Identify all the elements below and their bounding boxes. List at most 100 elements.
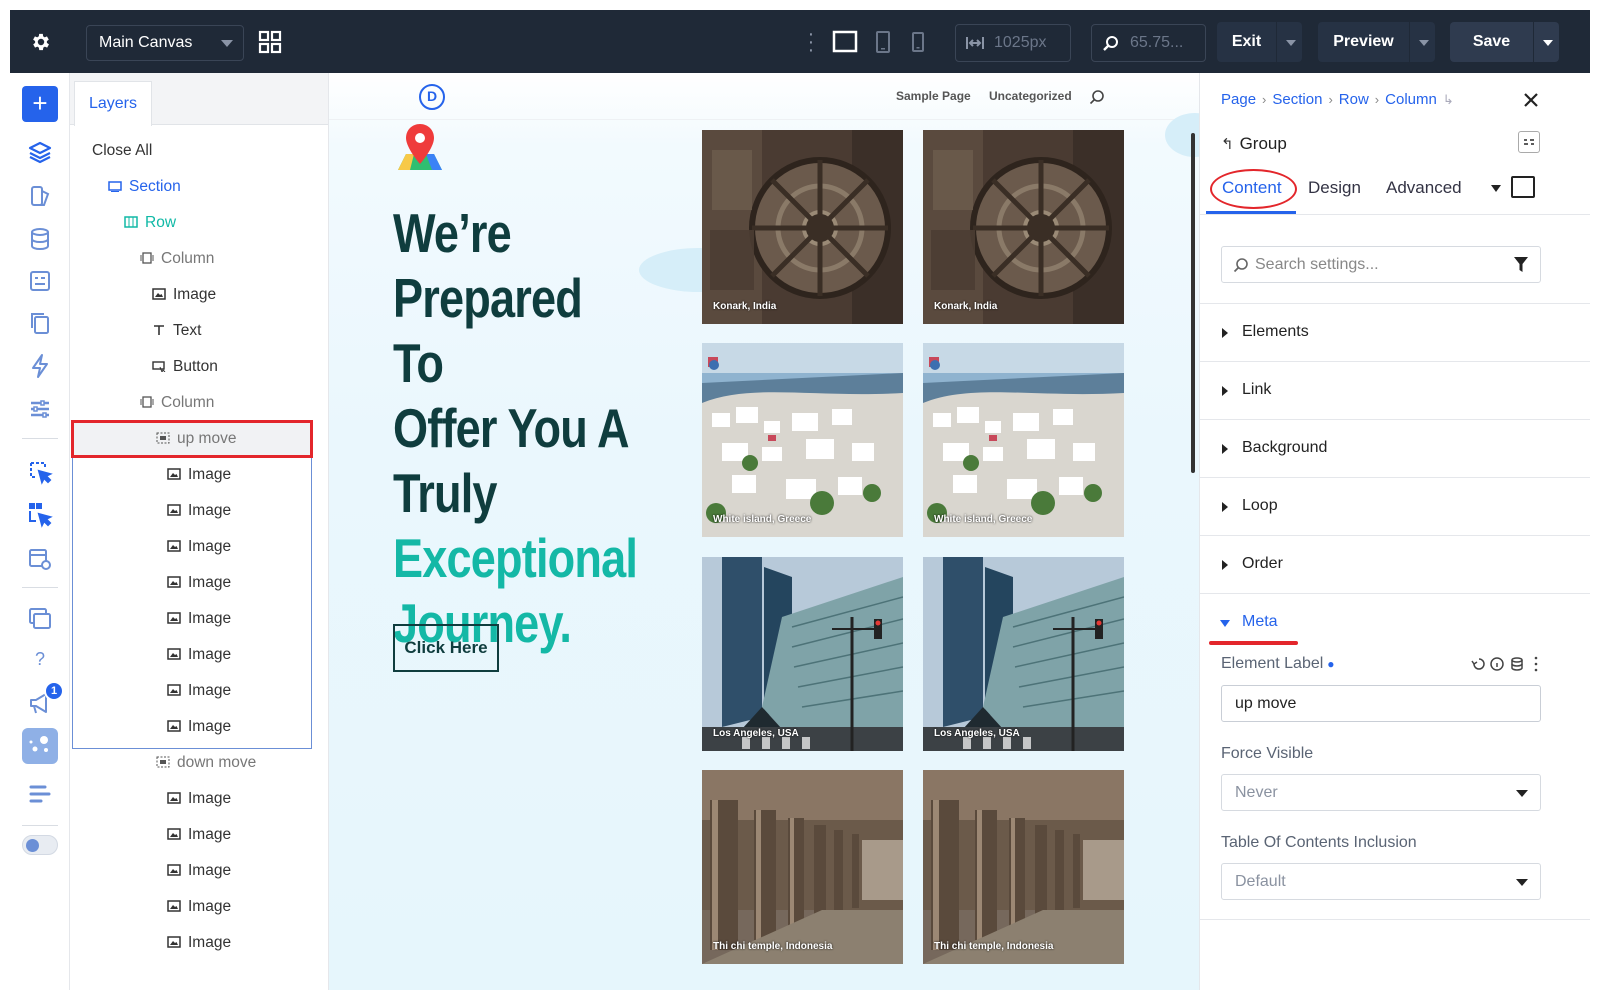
layer-item-image[interactable]: Image <box>70 709 328 745</box>
layer-item-group[interactable]: up move <box>70 421 328 457</box>
gallery-image[interactable]: Thi chi temple, Indonesia <box>702 770 903 964</box>
layer-item-text[interactable]: Text <box>70 313 328 349</box>
sliders-icon[interactable] <box>24 393 56 425</box>
gallery-image[interactable]: White island, Greece <box>702 343 903 537</box>
canvas-select[interactable]: Main Canvas <box>86 25 244 61</box>
frame-icon[interactable] <box>1511 176 1535 198</box>
gallery-image[interactable]: Konark, India <box>702 130 903 324</box>
phone-view-icon[interactable] <box>910 30 926 54</box>
save-button[interactable]: Save <box>1450 22 1559 62</box>
gallery-image[interactable]: Konark, India <box>923 130 1124 324</box>
settings-section-loop[interactable]: Loop <box>1200 477 1590 535</box>
copy-icon[interactable] <box>24 307 56 339</box>
breadcrumb-section[interactable]: Section <box>1272 91 1322 108</box>
layer-item-image[interactable]: Image <box>70 817 328 853</box>
layer-item-image[interactable]: Image <box>70 565 328 601</box>
ai-assistant-button[interactable] <box>22 728 58 764</box>
select-cursor-icon[interactable] <box>24 456 56 488</box>
nav-link-uncategorized[interactable]: Uncategorized <box>989 89 1072 103</box>
gear-icon[interactable] <box>30 31 52 53</box>
breadcrumb-column[interactable]: Column <box>1385 91 1437 108</box>
template-settings-icon[interactable] <box>24 543 56 575</box>
pages-icon[interactable] <box>24 180 56 212</box>
breadcrumb-row[interactable]: Row <box>1339 91 1369 108</box>
add-element-button[interactable]: + <box>22 86 58 122</box>
settings-section-order[interactable]: Order <box>1200 535 1590 593</box>
grid-icon[interactable] <box>258 30 282 54</box>
layer-label: Image <box>188 538 232 555</box>
save-menu-toggle[interactable] <box>1533 22 1559 62</box>
layers-icon[interactable] <box>24 137 56 169</box>
row-icon <box>124 216 138 228</box>
preview-label: Preview <box>1333 33 1394 50</box>
tab-design[interactable]: Design <box>1308 178 1361 198</box>
builder-window: Main Canvas · · · 1025px 65.75... Exit Pre… <box>10 10 1590 990</box>
gallery-image[interactable]: Thi chi temple, Indonesia <box>923 770 1124 964</box>
reset-icon <box>1473 658 1485 670</box>
database-icon[interactable] <box>24 223 56 255</box>
layer-item-image[interactable]: Image <box>70 673 328 709</box>
exit-menu-toggle[interactable] <box>1276 22 1302 62</box>
chevron-down-icon <box>1543 40 1553 46</box>
force-visible-select[interactable]: Never <box>1221 774 1541 811</box>
layer-item-image[interactable]: Image <box>70 637 328 673</box>
close-all-button[interactable]: Close All <box>70 133 328 169</box>
chevron-down-icon <box>1516 790 1528 797</box>
chevron-down-icon[interactable] <box>1491 185 1501 192</box>
layer-item-image[interactable]: Image <box>70 925 328 961</box>
lightning-icon[interactable] <box>24 350 56 382</box>
layer-item-image[interactable]: Image <box>70 277 328 313</box>
tab-advanced[interactable]: Advanced <box>1386 178 1462 198</box>
presets-icon[interactable] <box>1518 131 1540 153</box>
filter-icon[interactable] <box>1514 257 1528 272</box>
windows-icon[interactable] <box>24 603 56 635</box>
back-arrow-icon[interactable]: ↰ <box>1221 136 1234 153</box>
layer-item-image[interactable]: Image <box>70 889 328 925</box>
search-icon[interactable] <box>1089 89 1105 105</box>
layer-item-image[interactable]: Image <box>70 853 328 889</box>
layer-item-image[interactable]: Image <box>70 493 328 529</box>
page-canvas[interactable]: D Sample Page Uncategorized We’re Prepar… <box>329 73 1199 990</box>
canvas-width-field[interactable]: 1025px <box>955 24 1071 62</box>
settings-section-background[interactable]: Background <box>1200 419 1590 477</box>
multi-select-icon[interactable] <box>24 499 56 531</box>
settings-search-input[interactable]: Search settings... <box>1221 246 1541 283</box>
preview-button[interactable]: Preview <box>1318 22 1435 62</box>
breadcrumb-page[interactable]: Page <box>1221 91 1256 108</box>
nav-link-sample-page[interactable]: Sample Page <box>896 89 971 103</box>
zoom-field[interactable]: 65.75... <box>1091 24 1206 62</box>
settings-section-elements[interactable]: Elements <box>1200 303 1590 361</box>
toc-inclusion-select[interactable]: Default <box>1221 863 1541 900</box>
meta-section-header[interactable]: Meta <box>1200 593 1590 651</box>
layer-item-section[interactable]: Section <box>70 169 328 205</box>
click-here-button[interactable]: Click Here <box>393 624 499 672</box>
force-visible-title: Force Visible <box>1221 745 1314 762</box>
gallery-image[interactable]: Los Angeles, USA <box>702 557 903 751</box>
help-icon[interactable]: ? <box>32 649 48 670</box>
desktop-view-icon[interactable] <box>832 30 858 54</box>
layer-item-row[interactable]: Row <box>70 205 328 241</box>
form-icon[interactable] <box>24 265 56 297</box>
layer-item-column[interactable]: Column <box>70 241 328 277</box>
layer-item-image[interactable]: Image <box>70 781 328 817</box>
gallery-image[interactable]: White island, Greece <box>923 343 1124 537</box>
settings-section-link[interactable]: Link <box>1200 361 1590 419</box>
layer-item-image[interactable]: Image <box>70 529 328 565</box>
theme-toggle[interactable] <box>22 835 58 855</box>
gallery-image[interactable]: Los Angeles, USA <box>923 557 1124 751</box>
site-logo[interactable]: D <box>419 84 445 110</box>
tablet-view-icon[interactable] <box>874 30 892 54</box>
close-icon[interactable] <box>1522 91 1540 109</box>
layer-item-image[interactable]: Image <box>70 601 328 637</box>
layer-item-group[interactable]: down move <box>70 745 328 781</box>
layer-item-image[interactable]: Image <box>70 457 328 493</box>
preview-menu-toggle[interactable] <box>1409 22 1435 62</box>
exit-button[interactable]: Exit <box>1217 22 1302 62</box>
canvas-scrollbar[interactable] <box>1191 133 1195 473</box>
element-label-input[interactable]: up move <box>1221 685 1541 722</box>
layer-item-button[interactable]: Button <box>70 349 328 385</box>
tab-layers[interactable]: Layers <box>74 81 152 126</box>
align-left-icon[interactable] <box>24 778 56 810</box>
layer-item-column[interactable]: Column <box>70 385 328 421</box>
more-vertical-icon[interactable]: · · · <box>806 24 816 60</box>
